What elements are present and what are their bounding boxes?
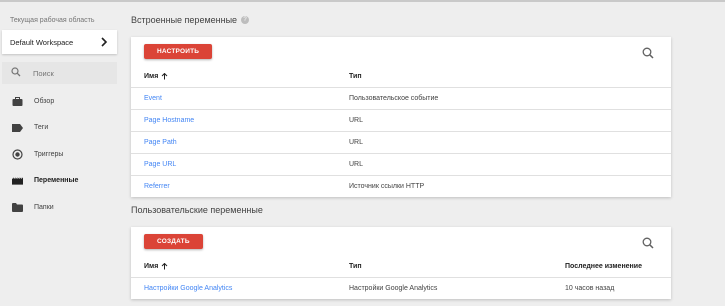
sidebar: Текущая рабочая область Default Workspac… bbox=[0, 2, 124, 306]
table-row: Page Hostname URL bbox=[131, 109, 671, 131]
column-name-label: Имя bbox=[144, 72, 159, 80]
trigger-icon bbox=[12, 149, 23, 160]
card-toolbar: НАСТРОИТЬ bbox=[131, 37, 671, 65]
variable-type: URL bbox=[349, 161, 364, 168]
card-toolbar: СОЗДАТЬ bbox=[131, 227, 671, 255]
table-row: Page Path URL bbox=[131, 131, 671, 153]
variable-type: Источник ссылки HTTP bbox=[349, 183, 425, 190]
variable-link[interactable]: Event bbox=[144, 88, 162, 109]
sidebar-item-label: Обзор bbox=[34, 97, 55, 105]
variable-modified: 10 часов назад bbox=[565, 285, 615, 292]
variable-link[interactable]: Referrer bbox=[144, 176, 170, 197]
sidebar-item-folders[interactable]: Папки bbox=[0, 194, 124, 221]
workspace-caption: Текущая рабочая область bbox=[10, 17, 95, 24]
sidebar-item-tags[interactable]: Теги bbox=[0, 115, 124, 142]
variable-link[interactable]: Page URL bbox=[144, 154, 176, 175]
search-icon bbox=[11, 64, 21, 82]
variable-type: Настройки Google Analytics bbox=[349, 285, 438, 292]
variable-type: URL bbox=[349, 139, 364, 146]
column-header-name[interactable]: Имя bbox=[144, 65, 168, 87]
folder-icon bbox=[12, 202, 23, 213]
workspace-selector[interactable]: Default Workspace bbox=[2, 30, 117, 54]
chevron-right-icon bbox=[99, 37, 109, 47]
variable-link[interactable]: Настройки Google Analytics bbox=[144, 278, 232, 299]
variable-link[interactable]: Page Hostname bbox=[144, 110, 194, 131]
variables-icon bbox=[12, 175, 23, 186]
help-icon[interactable]: ? bbox=[241, 16, 250, 24]
workspace-name: Default Workspace bbox=[10, 37, 74, 47]
custom-variables-card: СОЗДАТЬ Имя Тип Последнее изменение Наст… bbox=[131, 227, 671, 299]
column-header-type[interactable]: Тип bbox=[349, 65, 362, 87]
custom-title-text: Пользовательские переменные bbox=[131, 205, 263, 215]
column-name-label: Имя bbox=[144, 262, 159, 270]
sidebar-item-label: Переменные bbox=[34, 177, 79, 185]
search-icon[interactable] bbox=[642, 46, 654, 59]
search-icon[interactable] bbox=[642, 236, 654, 249]
variable-type: URL bbox=[349, 117, 364, 124]
create-button[interactable]: СОЗДАТЬ bbox=[144, 234, 203, 249]
builtin-section-title: Встроенные переменные ? bbox=[131, 15, 250, 25]
column-header-modified[interactable]: Последнее изменение bbox=[565, 255, 642, 277]
table-row: Настройки Google Analytics Настройки Goo… bbox=[131, 277, 671, 299]
variable-link[interactable]: Page Path bbox=[144, 132, 177, 153]
table-row: Page URL URL bbox=[131, 153, 671, 175]
table-header: Имя Тип bbox=[131, 65, 671, 87]
table-row: Event Пользовательское событие bbox=[131, 87, 671, 109]
builtin-variables-card: НАСТРОИТЬ Имя Тип Event Пользовательское… bbox=[131, 37, 671, 197]
sidebar-item-label: Триггеры bbox=[34, 150, 64, 158]
sidebar-item-label: Теги bbox=[34, 124, 49, 132]
table-header: Имя Тип Последнее изменение bbox=[131, 255, 671, 277]
column-header-type[interactable]: Тип bbox=[349, 255, 362, 277]
sidebar-item-label: Папки bbox=[34, 203, 54, 211]
sidebar-item-variables[interactable]: Переменные bbox=[0, 168, 124, 195]
configure-button[interactable]: НАСТРОИТЬ bbox=[144, 44, 213, 59]
sidebar-item-triggers[interactable]: Триггеры bbox=[0, 141, 124, 168]
search-input[interactable]: Поиск bbox=[33, 69, 54, 78]
custom-section-title: Пользовательские переменные bbox=[131, 205, 263, 215]
briefcase-icon bbox=[12, 96, 23, 107]
tag-icon bbox=[12, 122, 23, 133]
column-header-name[interactable]: Имя bbox=[144, 255, 168, 277]
sidebar-search[interactable]: Поиск bbox=[2, 62, 117, 84]
variable-type: Пользовательское событие bbox=[349, 95, 439, 102]
sidebar-item-overview[interactable]: Обзор bbox=[0, 88, 124, 115]
builtin-title-text: Встроенные переменные bbox=[131, 15, 238, 25]
arrow-up-icon bbox=[161, 262, 168, 270]
table-row: Referrer Источник ссылки HTTP bbox=[131, 175, 671, 197]
sidebar-nav: Обзор Теги Триггеры Переменные Папки bbox=[0, 88, 124, 221]
arrow-up-icon bbox=[161, 72, 168, 80]
